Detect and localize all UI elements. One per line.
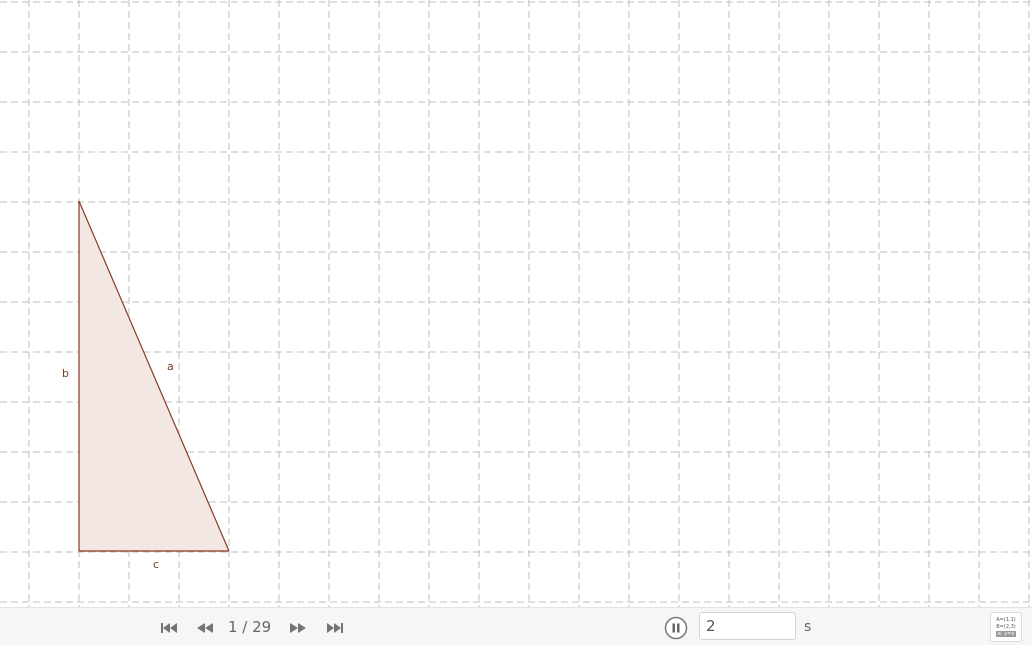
- graphics-canvas[interactable]: a b c: [0, 0, 1032, 607]
- algebra-preview-line-1: A=(1,1): [996, 617, 1016, 623]
- skip-to-end-icon: [327, 623, 343, 633]
- speed-unit-label: s: [804, 619, 812, 635]
- fast-forward-icon: [290, 623, 306, 633]
- segment-b-label: b: [62, 367, 69, 380]
- rewind-icon: [197, 623, 213, 633]
- step-counter: 1 / 29: [228, 618, 272, 636]
- segment-c-label: c: [153, 558, 159, 571]
- pause-button[interactable]: [664, 616, 688, 640]
- last-step-button[interactable]: [324, 618, 346, 638]
- skip-to-start-icon: [161, 623, 177, 633]
- next-step-button[interactable]: [287, 618, 309, 638]
- pause-icon: [664, 616, 688, 640]
- graphics-view[interactable]: a b c: [0, 0, 1032, 607]
- algebra-view-toggle-button[interactable]: A=(1,1) B=(2,3) a: y=x: [990, 612, 1022, 642]
- segment-a-label: a: [167, 360, 174, 373]
- geogebra-applet: a b c 1 / 29 2 s A=(1,1) B=(2,3) a: y=x: [0, 0, 1032, 645]
- algebra-preview-line-2: B=(2,3): [996, 624, 1016, 630]
- first-step-button[interactable]: [158, 618, 180, 638]
- construction-protocol-navigation-bar: 1 / 29 s A=(1,1) B=(2,3): [0, 607, 1032, 645]
- algebra-preview-line-3: a: y=x: [995, 631, 1017, 637]
- speed-input[interactable]: [699, 612, 796, 640]
- previous-step-button[interactable]: [194, 618, 216, 638]
